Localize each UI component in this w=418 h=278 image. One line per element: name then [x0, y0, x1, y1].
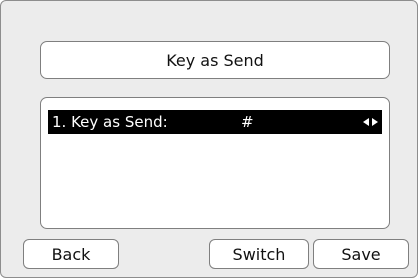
phone-screen: Key as Send 1. Key as Send: # Back Switc… — [0, 0, 418, 278]
page-title: Key as Send — [166, 50, 264, 70]
back-button-label: Back — [51, 244, 91, 264]
switch-button[interactable]: Switch — [209, 239, 309, 269]
settings-list: 1. Key as Send: # — [40, 97, 390, 229]
list-item-key-as-send[interactable]: 1. Key as Send: # — [48, 110, 382, 134]
save-button-label: Save — [341, 244, 381, 264]
back-button[interactable]: Back — [23, 239, 119, 269]
list-item-value: # — [241, 113, 254, 131]
arrow-left-icon[interactable] — [363, 118, 369, 126]
left-right-arrows-icon[interactable] — [363, 118, 378, 126]
arrow-right-icon[interactable] — [372, 118, 378, 126]
page-title-box: Key as Send — [40, 41, 390, 79]
save-button[interactable]: Save — [313, 239, 409, 269]
list-item-label: 1. Key as Send: — [52, 113, 168, 131]
switch-button-label: Switch — [232, 244, 286, 264]
